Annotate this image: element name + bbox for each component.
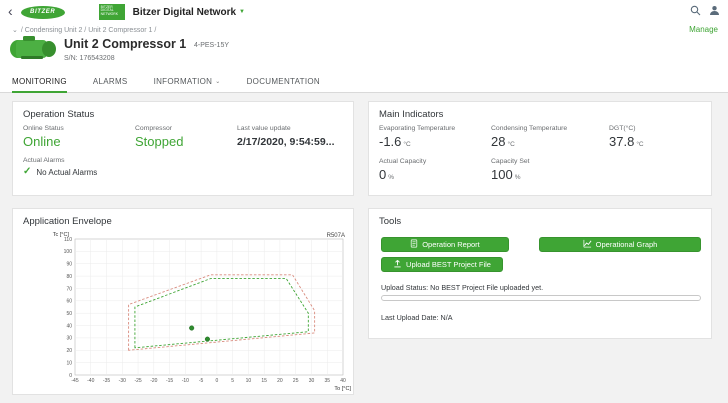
svg-text:30: 30 [309, 378, 315, 384]
svg-text:80: 80 [66, 274, 72, 280]
manage-link[interactable]: Manage [689, 25, 718, 34]
bitzer-logo-text: BITZER [30, 9, 55, 15]
svg-text:35: 35 [324, 378, 330, 384]
tab-bar: MONITORING ALARMS INFORMATION ⌄ DOCUMENT… [0, 72, 728, 93]
breadcrumb-path[interactable]: / Condensing Unit 2 / Unit 2 Compressor … [21, 27, 156, 34]
svg-text:-35: -35 [103, 378, 110, 384]
operation-status-card: Operation Status Online Status Online Co… [12, 101, 354, 196]
svg-text:-10: -10 [182, 378, 189, 384]
compressor-state-label: Compressor [135, 125, 237, 132]
actual-alarms-label: Actual Alarms [23, 157, 343, 164]
svg-text:70: 70 [66, 286, 72, 292]
svg-text:-45: -45 [71, 378, 78, 384]
svg-text:90: 90 [66, 262, 72, 268]
last-update-value: 2/17/2020, 9:54:59... [237, 136, 343, 148]
graph-icon [583, 239, 592, 250]
report-icon [410, 239, 418, 250]
user-account-icon[interactable] [709, 3, 720, 21]
operation-report-button[interactable]: Operation Report [381, 237, 509, 252]
svg-text:100: 100 [64, 249, 73, 255]
upload-icon [393, 259, 402, 270]
tab-alarms[interactable]: ALARMS [93, 72, 128, 92]
tab-monitoring[interactable]: MONITORING [12, 72, 67, 93]
last-upload-date-text: Last Upload Date: N/A [381, 313, 453, 322]
svg-text:40: 40 [66, 323, 72, 329]
svg-text:-15: -15 [166, 378, 173, 384]
svg-text:30: 30 [66, 336, 72, 342]
application-envelope-card: Application Envelope 0 10 20 30 40 50 60 70 80 90… [12, 208, 354, 395]
indicator-capacity-set: Capacity Set 100% [491, 158, 609, 182]
svg-text:25: 25 [293, 378, 299, 384]
svg-text:20: 20 [66, 348, 72, 354]
svg-text:50: 50 [66, 311, 72, 317]
operational-graph-button[interactable]: Operational Graph [539, 237, 701, 252]
card-title: Main Indicators [369, 102, 711, 123]
online-status-value: Online [23, 134, 135, 149]
indicator-dgt: DGT(°C) 37.8°C [609, 125, 701, 149]
chevron-down-icon: ⌄ [215, 72, 220, 92]
check-icon: ✓ [23, 167, 31, 177]
bitzer-digital-network-logo[interactable]: BITZER DIGITAL NETWORK [99, 4, 125, 20]
tab-documentation[interactable]: DOCUMENTATION [247, 72, 320, 92]
svg-text:-5: -5 [199, 378, 204, 384]
upload-status-text: Upload Status: No BEST Project File uplo… [381, 283, 543, 292]
card-title: Tools [369, 209, 711, 230]
card-title: Application Envelope [13, 209, 353, 230]
indicator-actual-capacity: Actual Capacity 0% [379, 158, 491, 182]
last-update-label: Last value update [237, 125, 343, 132]
page-title: Unit 2 Compressor 1 [64, 37, 186, 51]
bdn-logo-text: BITZER DIGITAL NETWORK [101, 5, 118, 17]
chevron-down-icon: ▼ [239, 9, 245, 15]
svg-text:-40: -40 [87, 378, 94, 384]
top-header: ‹ BITZER BITZER DIGITAL NETWORK Bitzer D… [0, 0, 728, 24]
svg-text:20: 20 [277, 378, 283, 384]
tools-card: Tools Operation Report Operational Graph… [368, 208, 712, 339]
svg-text:-25: -25 [134, 378, 141, 384]
search-icon[interactable] [690, 3, 701, 21]
svg-text:15: 15 [261, 378, 267, 384]
unit-model: 4-PES-15Y [194, 42, 229, 49]
online-status-label: Online Status [23, 125, 135, 132]
upload-best-project-file-button[interactable]: Upload BEST Project File [381, 257, 503, 272]
compressor-image [8, 34, 58, 66]
svg-text:R507A: R507A [327, 233, 345, 239]
unit-serial: S/N: 176543208 [64, 55, 115, 62]
svg-text:To [°C]: To [°C] [334, 386, 351, 392]
application-envelope-chart: 0102030405060708090100110-45-40-35-30-25… [13, 229, 355, 393]
svg-text:-30: -30 [119, 378, 126, 384]
actual-alarms-value: No Actual Alarms [36, 168, 97, 177]
breadcrumb-collapse-icon[interactable]: ⌄ [12, 26, 18, 34]
svg-text:10: 10 [66, 360, 72, 366]
card-title: Operation Status [13, 102, 353, 123]
svg-text:0: 0 [215, 378, 218, 384]
upload-progress-bar [381, 295, 701, 301]
breadcrumb[interactable]: ⌄ / Condensing Unit 2 / Unit 2 Compresso… [12, 26, 156, 34]
svg-text:10: 10 [246, 378, 252, 384]
compressor-state-value: Stopped [135, 134, 237, 149]
svg-text:-20: -20 [150, 378, 157, 384]
bitzer-logo[interactable]: BITZER [21, 6, 65, 19]
tab-information[interactable]: INFORMATION ⌄ [154, 72, 221, 92]
svg-text:Tc [°C]: Tc [°C] [53, 232, 70, 238]
app-title: Bitzer Digital Network [133, 7, 236, 18]
indicator-evaporating-temperature: Evaporating Temperature -1.6°C [379, 125, 491, 149]
svg-text:5: 5 [231, 378, 234, 384]
svg-text:60: 60 [66, 299, 72, 305]
back-chevron-icon[interactable]: ‹ [8, 4, 13, 18]
indicator-condensing-temperature: Condensing Temperature 28°C [491, 125, 609, 149]
main-indicators-card: Main Indicators Evaporating Temperature … [368, 101, 712, 196]
app-title-menu[interactable]: Bitzer Digital Network ▼ [133, 7, 245, 18]
svg-text:40: 40 [340, 378, 346, 384]
